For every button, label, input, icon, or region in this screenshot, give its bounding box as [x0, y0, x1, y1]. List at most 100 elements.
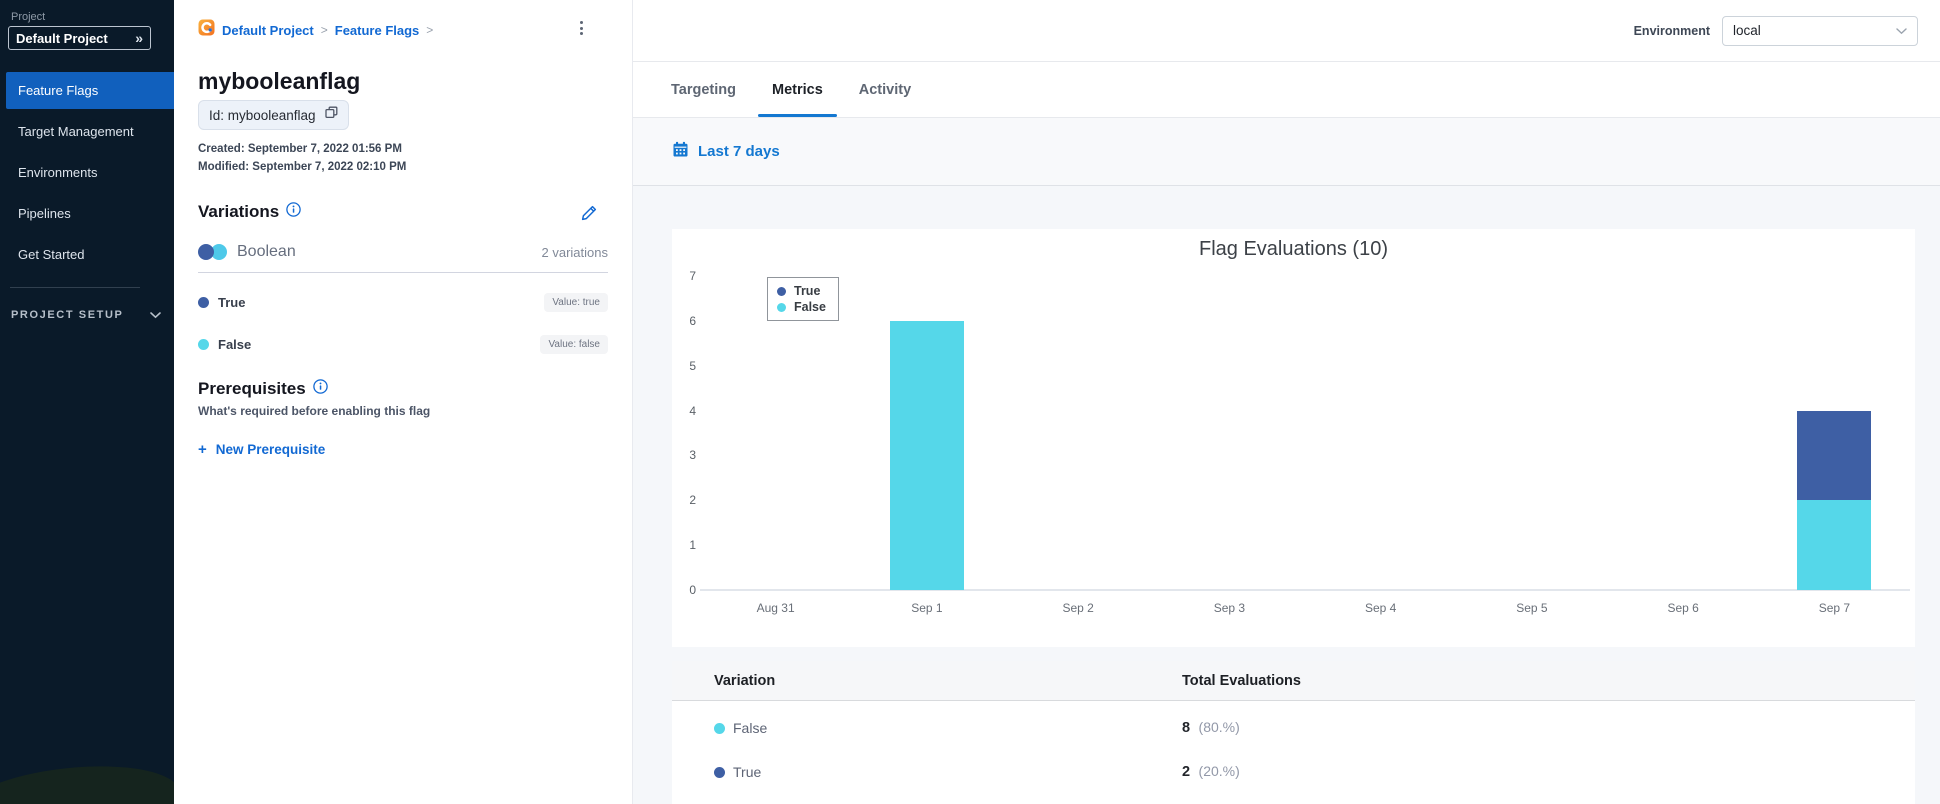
project-setup-toggle[interactable]: PROJECT SETUP: [11, 306, 161, 324]
sidebar-item-feature-flags[interactable]: Feature Flags: [6, 72, 174, 109]
column-header-variation: Variation: [714, 672, 776, 689]
legend-dot-false: [777, 302, 786, 312]
variation-name: False: [218, 336, 252, 352]
evaluation-percent: (20.%): [1198, 763, 1240, 779]
breadcrumb: Default Project > Feature Flags >: [198, 19, 433, 41]
sidebar-item-target-management[interactable]: Target Management: [6, 113, 174, 150]
date-range-label: Last 7 days: [698, 143, 780, 160]
y-axis-tick: 5: [689, 358, 696, 373]
project-selector[interactable]: Default Project »: [8, 26, 151, 50]
variation-value-chip: Value: false: [540, 334, 608, 354]
bar-true-sep-7: [1797, 410, 1872, 501]
page-title: mybooleanflag: [198, 68, 361, 94]
date-filter-strip: Last 7 days: [633, 118, 1940, 186]
calendar-icon: [672, 141, 689, 163]
divider: [198, 272, 608, 273]
evaluation-percent: (80.%): [1198, 719, 1240, 735]
flag-id-chip[interactable]: Id: mybooleanflag: [198, 100, 349, 130]
x-axis-label: Sep 2: [1062, 601, 1094, 615]
column-header-total-evaluations: Total Evaluations: [1182, 672, 1301, 689]
copy-icon[interactable]: [324, 106, 338, 124]
x-axis-label: Sep 1: [911, 601, 943, 615]
project-section-label: Project: [11, 11, 46, 23]
sidebar-nav: Feature Flags Target Management Environm…: [0, 72, 174, 277]
evaluation-count: 8: [1182, 720, 1191, 736]
app-logo-icon: [198, 19, 215, 41]
false-color-dot: [198, 338, 209, 350]
true-color-dot: [714, 766, 725, 778]
breadcrumb-feature-flags-link[interactable]: Feature Flags: [335, 23, 420, 38]
chart-title: Flag Evaluations (10): [1199, 238, 1388, 260]
legend-entry-true: True: [777, 283, 826, 299]
right-panel: Environment local Targeting Metrics Acti…: [633, 0, 1940, 804]
tab-metrics[interactable]: Metrics: [757, 62, 837, 117]
sidebar: Project Default Project » Feature Flags …: [0, 0, 174, 804]
environment-header: Environment local: [633, 0, 1940, 62]
sidebar-item-pipelines[interactable]: Pipelines: [6, 195, 174, 232]
date-range-button[interactable]: Last 7 days: [672, 141, 780, 163]
x-axis-label: Sep 7: [1818, 601, 1851, 615]
legend-dot-true: [777, 286, 786, 296]
x-axis-label: Aug 31: [756, 601, 795, 615]
tab-activity[interactable]: Activity: [845, 62, 925, 117]
variation-row-false: False Value: false: [198, 333, 608, 355]
environment-label: Environment: [1633, 23, 1710, 38]
y-axis-tick: 7: [689, 269, 696, 283]
decorative-corner-shape: [0, 756, 174, 804]
variations-heading-row: Variations: [198, 202, 302, 222]
true-color-dot: [198, 296, 209, 308]
x-axis-label: Sep 6: [1667, 601, 1699, 615]
prerequisites-heading-row: Prerequisites: [198, 379, 328, 399]
environment-select[interactable]: local: [1722, 15, 1918, 46]
prerequisites-description: What's required before enabling this fla…: [198, 404, 431, 418]
x-axis-label: Sep 5: [1516, 601, 1548, 615]
sidebar-item-environments[interactable]: Environments: [6, 154, 174, 191]
modified-timestamp: Modified: September 7, 2022 02:10 PM: [198, 161, 407, 173]
y-axis-tick: 4: [689, 403, 696, 418]
flag-detail-panel: Default Project > Feature Flags > mybool…: [174, 0, 633, 804]
info-icon[interactable]: [286, 202, 302, 222]
evaluation-count: 2: [1182, 764, 1191, 780]
flag-id-text: Id: mybooleanflag: [209, 107, 316, 123]
variation-row-true: True Value: true: [198, 291, 608, 313]
project-setup-label: PROJECT SETUP: [11, 309, 124, 321]
evaluations-table: Variation Total Evaluations False 8 (80.…: [672, 661, 1915, 804]
false-color-dot: [714, 722, 725, 734]
project-selector-value: Default Project: [16, 30, 108, 46]
chevron-down-icon: [1896, 22, 1907, 40]
y-axis-tick: 6: [689, 313, 696, 328]
breadcrumb-project-link[interactable]: Default Project: [222, 23, 314, 38]
tab-targeting[interactable]: Targeting: [657, 62, 750, 117]
y-axis-tick: 0: [689, 583, 696, 597]
breadcrumb-separator: >: [426, 23, 434, 37]
variation-count: 2 variations: [541, 244, 608, 260]
flag-evaluations-chart: Flag Evaluations (10) True False 0 1 2 3 4 5 6…: [672, 229, 1915, 647]
breadcrumb-separator: >: [320, 23, 328, 37]
app-root: Project Default Project » Feature Flags …: [0, 0, 1940, 804]
variation-type-label: Boolean: [237, 243, 296, 260]
created-timestamp: Created: September 7, 2022 01:56 PM: [198, 143, 402, 155]
sidebar-item-get-started[interactable]: Get Started: [6, 236, 174, 273]
metrics-content: Flag Evaluations (10) True False 0 1 2 3 4 5 6…: [633, 186, 1940, 804]
double-chevron-icon: »: [135, 30, 143, 46]
sidebar-divider: [10, 287, 140, 288]
variation-type-row: Boolean 2 variations: [198, 243, 608, 261]
y-axis-tick: 3: [689, 448, 696, 463]
info-icon[interactable]: [312, 379, 328, 399]
chevron-down-icon: [149, 306, 161, 324]
prerequisites-heading: Prerequisites: [198, 379, 306, 398]
x-axis-label: Sep 4: [1364, 601, 1397, 615]
table-row: True 2 (20.%): [672, 750, 1915, 794]
kebab-menu-icon[interactable]: [572, 18, 590, 38]
y-axis-tick: 2: [689, 493, 696, 508]
environment-select-value: local: [1733, 23, 1761, 38]
variations-heading: Variations: [198, 202, 280, 221]
new-prerequisite-button[interactable]: + New Prerequisite: [198, 441, 325, 458]
x-axis-label: Sep 3: [1213, 601, 1246, 615]
y-axis-tick: 1: [689, 538, 696, 553]
edit-variations-button[interactable]: [580, 204, 598, 227]
table-header-row: Variation Total Evaluations: [672, 661, 1915, 701]
chart-legend: True False: [767, 277, 839, 321]
variation-name: True: [218, 294, 246, 310]
tab-bar: Targeting Metrics Activity: [633, 62, 1940, 118]
